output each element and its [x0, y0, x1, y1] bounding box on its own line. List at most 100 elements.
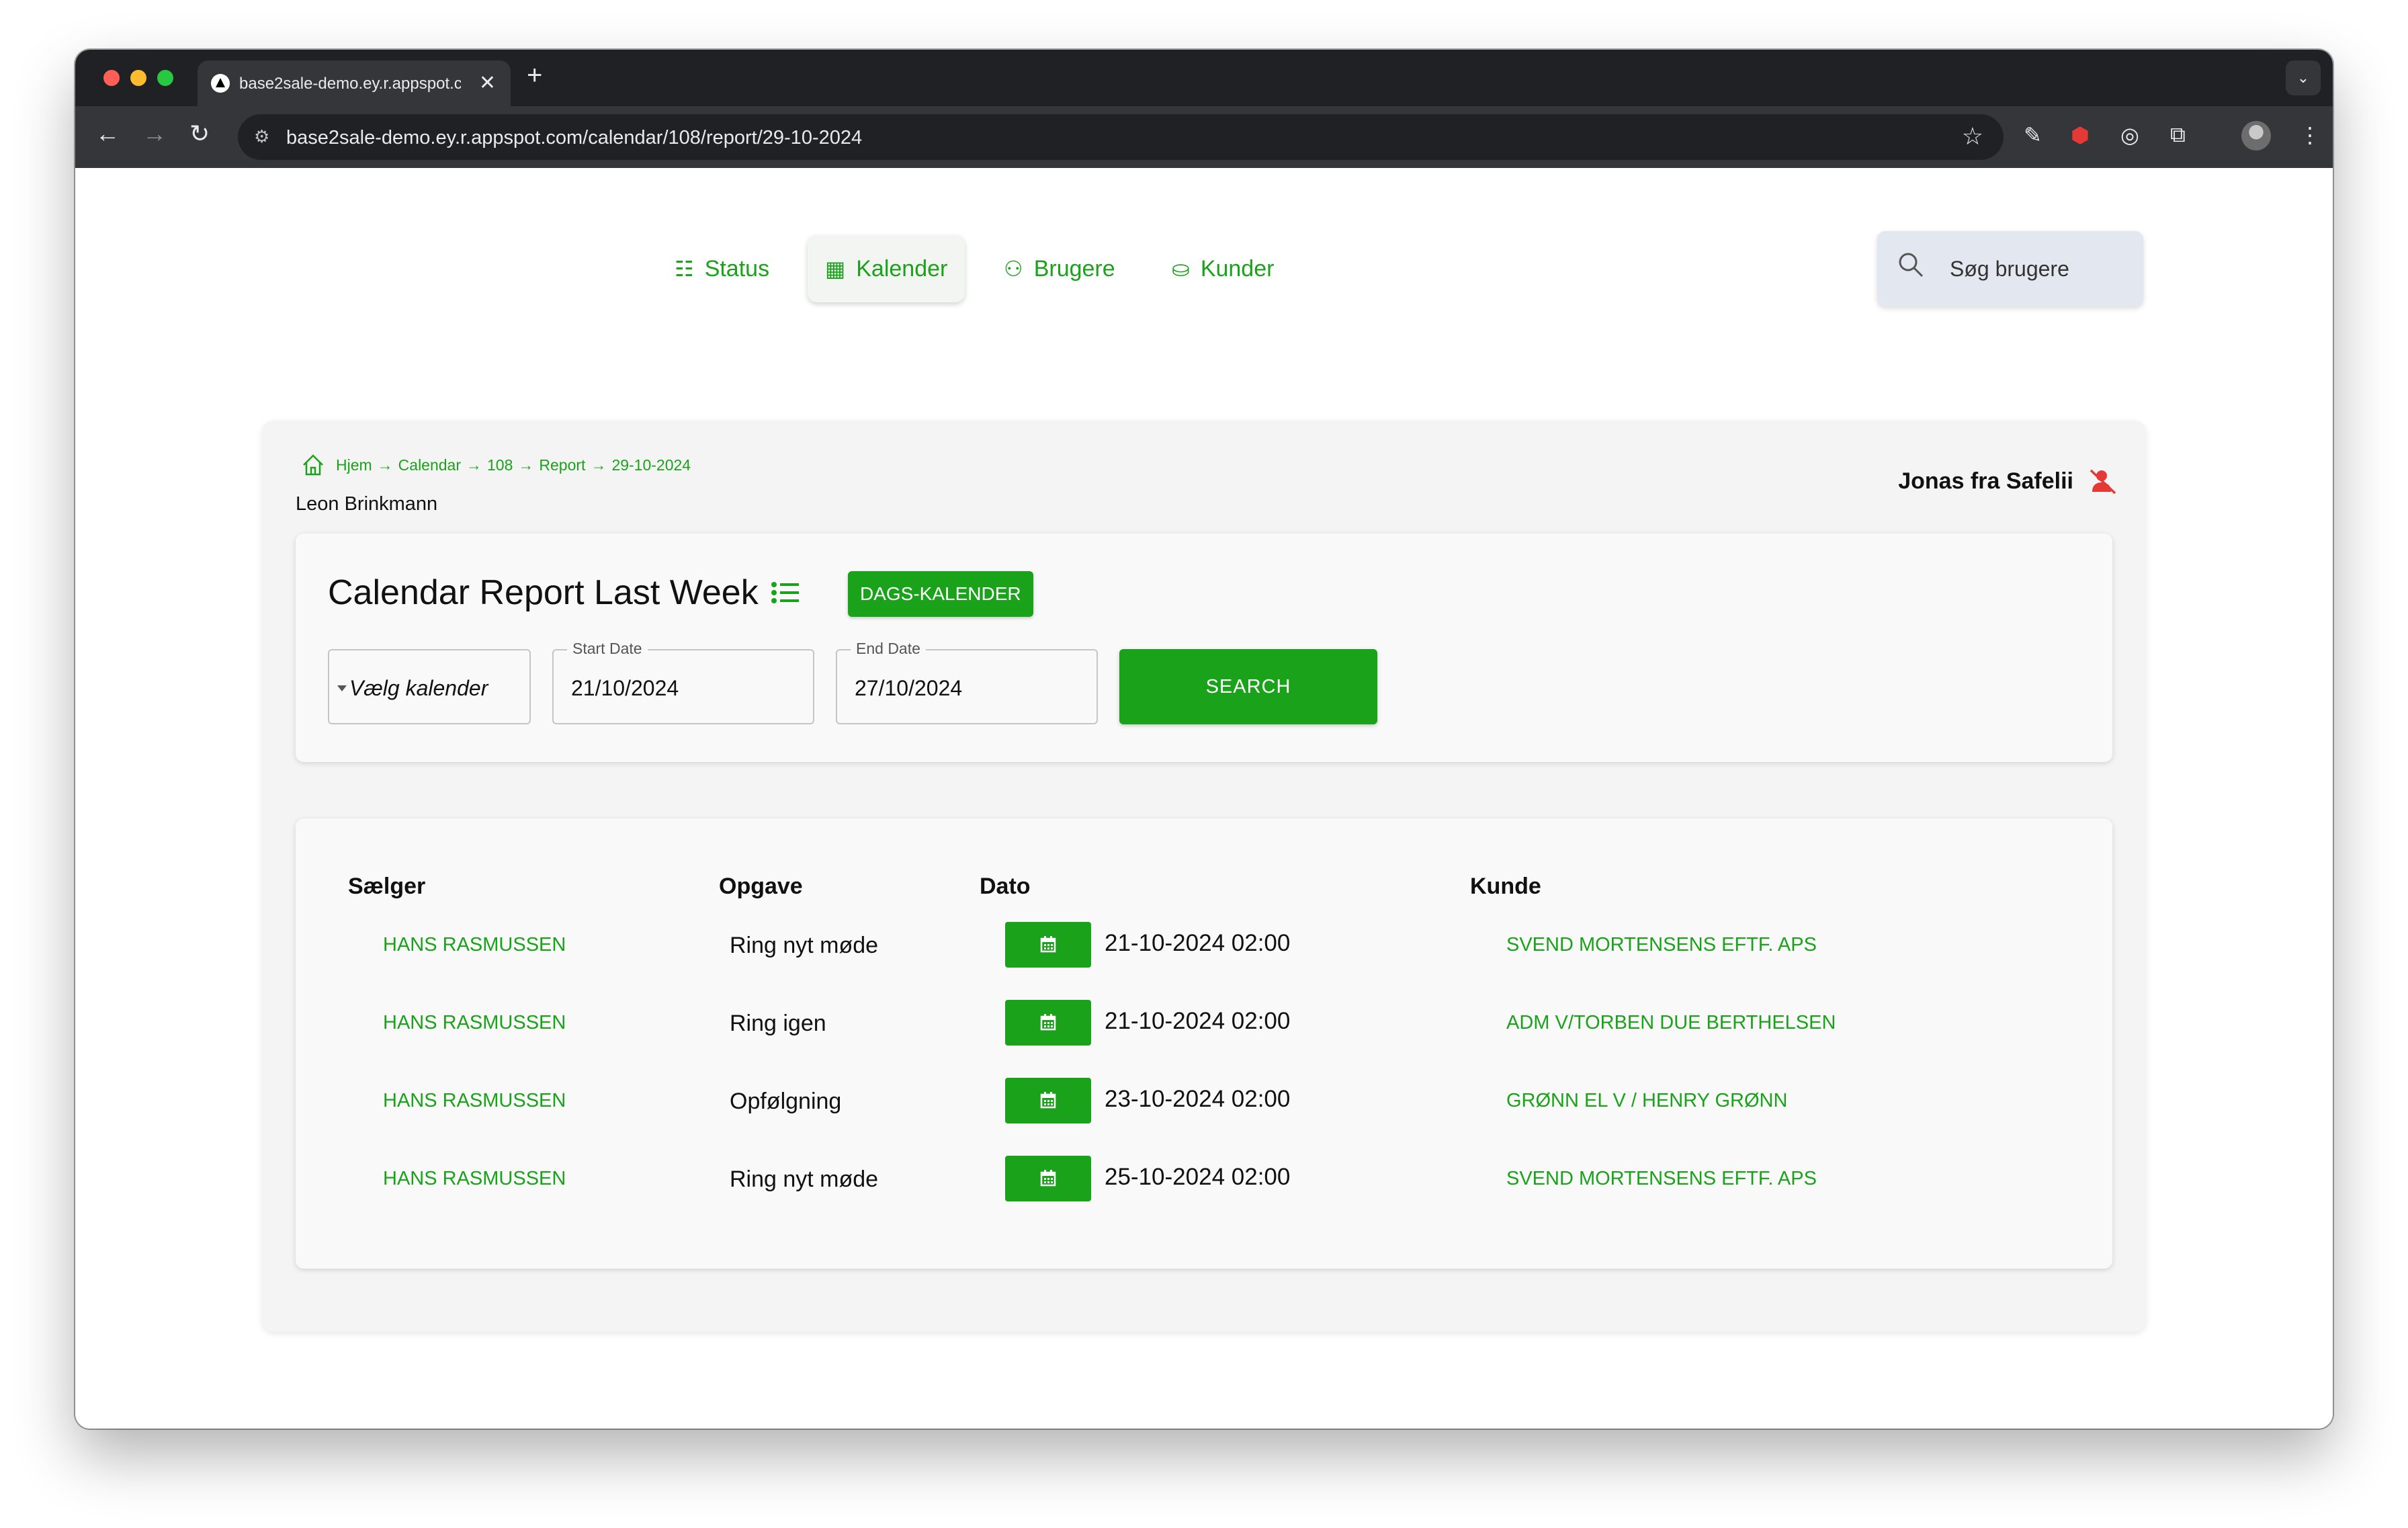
open-calendar-button[interactable]	[1005, 922, 1091, 968]
eyedropper-extension-icon[interactable]: ✎	[2024, 122, 2042, 148]
search-button[interactable]: SEARCH	[1119, 649, 1377, 724]
profile-avatar-icon[interactable]	[2241, 121, 2271, 151]
start-date-value: 21/10/2024	[571, 676, 679, 700]
calendar-select-value: Vælg kalender	[349, 676, 488, 700]
breadcrumb-report[interactable]: Report	[539, 456, 585, 474]
address-bar[interactable]: ⚙ base2sale-demo.ey.r.appspot.com/calend…	[238, 114, 2004, 160]
report-filter-card: Calendar Report Last Week DAGS-KALENDER …	[296, 534, 2112, 762]
breadcrumb: Hjem → Calendar → 108 → Report → 29-10-2…	[300, 452, 691, 478]
browser-toolbar: ← → ↻ ⚙ base2sale-demo.ey.r.appspot.com/…	[75, 106, 2333, 168]
customer-link[interactable]: SVEND MORTENSENS EFTF. APS	[1506, 934, 1817, 956]
calendar-icon	[1040, 1092, 1056, 1109]
calendar-icon	[1040, 936, 1056, 953]
list-check-icon: ☷	[675, 257, 694, 281]
adblock-extension-icon[interactable]: ⬢	[2071, 122, 2090, 148]
report-table: Sælger Opgave Dato Kunde HANS RASMUSSEN …	[296, 818, 2112, 1269]
breadcrumb-date[interactable]: 29-10-2024	[611, 456, 691, 474]
breadcrumb-calendar-id[interactable]: 108	[487, 456, 513, 474]
customer-link[interactable]: SVEND MORTENSENS EFTF. APS	[1506, 1168, 1817, 1190]
browser-tab[interactable]: base2sale-demo.ey.r.appspot.com ✕	[198, 60, 511, 106]
nav-brugere[interactable]: ⚇ Brugere	[986, 235, 1133, 302]
seller-link[interactable]: HANS RASMUSSEN	[383, 934, 566, 956]
search-placeholder: Søg brugere	[1950, 257, 2069, 281]
task-text: Ring nyt møde	[730, 1166, 879, 1192]
task-text: Opfølgning	[730, 1089, 842, 1114]
tab-close-icon[interactable]: ✕	[479, 71, 496, 95]
table-row: HANS RASMUSSEN Ring igen 21-10-2024 02:0…	[296, 985, 2112, 1063]
minimize-window-button[interactable]	[130, 70, 146, 86]
site-settings-icon[interactable]: ⚙	[254, 126, 269, 147]
user-search-input[interactable]: Søg brugere	[1877, 231, 2143, 306]
calendar-icon	[1040, 1014, 1056, 1031]
puzzle-extensions-icon[interactable]: ⧉	[2170, 122, 2186, 148]
customer-link[interactable]: GRØNN EL V / HENRY GRØNN	[1506, 1090, 1787, 1112]
home-icon[interactable]	[300, 452, 327, 478]
tab-bar: base2sale-demo.ey.r.appspot.com ✕ + ⌄	[75, 50, 2333, 106]
list-icon[interactable]	[769, 577, 802, 609]
nav-status[interactable]: ☷ Status	[657, 235, 787, 302]
end-date-label: End Date	[851, 640, 926, 658]
back-button[interactable]: ←	[95, 120, 120, 148]
site-favicon-icon	[211, 74, 230, 93]
header-date: Dato	[980, 874, 1031, 899]
close-window-button[interactable]	[103, 70, 120, 86]
seller-link[interactable]: HANS RASMUSSEN	[383, 1090, 566, 1112]
table-row: HANS RASMUSSEN Ring nyt møde 21-10-2024 …	[296, 907, 2112, 985]
open-calendar-button[interactable]	[1005, 1000, 1091, 1046]
calendar-select[interactable]: Vælg kalender	[328, 649, 531, 724]
tab-search-button[interactable]: ⌄	[2286, 60, 2321, 95]
current-user-name: Jonas fra Safelii	[1898, 468, 2073, 494]
forward-button[interactable]: →	[142, 120, 167, 148]
table-row: HANS RASMUSSEN Ring nyt møde 25-10-2024 …	[296, 1141, 2112, 1219]
arrow-left-icon: ←	[95, 120, 120, 147]
arrow-right-icon: →	[142, 120, 167, 147]
open-calendar-button[interactable]	[1005, 1078, 1091, 1123]
header-task: Opgave	[719, 874, 803, 899]
basket-icon: ⛀	[1172, 257, 1190, 281]
day-calendar-button[interactable]: DAGS-KALENDER	[848, 571, 1033, 617]
reload-icon: ↻	[189, 120, 210, 147]
maximize-window-button[interactable]	[157, 70, 173, 86]
nav-kalender-label: Kalender	[856, 255, 948, 282]
glasses-extension-icon[interactable]: ◎	[2120, 122, 2139, 148]
bookmark-star-icon[interactable]: ☆	[1962, 122, 1983, 151]
date-text: 23-10-2024 02:00	[1105, 1086, 1291, 1112]
date-text: 21-10-2024 02:00	[1105, 1008, 1291, 1034]
page-title-text: Calendar Report Last Week	[328, 573, 759, 612]
user-slash-icon[interactable]	[2088, 466, 2118, 496]
table-row: HANS RASMUSSEN Opfølgning 23-10-2024 02:…	[296, 1063, 2112, 1141]
breadcrumb-separator: →	[591, 456, 607, 474]
start-date-label: Start Date	[567, 640, 648, 658]
date-text: 25-10-2024 02:00	[1105, 1164, 1291, 1190]
users-icon: ⚇	[1004, 257, 1023, 281]
new-tab-button[interactable]: +	[527, 60, 542, 91]
end-date-field[interactable]: End Date 27/10/2024	[836, 640, 1098, 724]
seller-link[interactable]: HANS RASMUSSEN	[383, 1168, 566, 1190]
menu-dots-icon[interactable]: ⋮	[2299, 122, 2321, 148]
calendar-icon: ▦	[825, 257, 846, 281]
breadcrumb-calendar[interactable]: Calendar	[398, 456, 461, 474]
nav-kunder[interactable]: ⛀ Kunder	[1154, 235, 1291, 302]
dropdown-caret-icon	[337, 685, 347, 691]
breadcrumb-hjem[interactable]: Hjem	[336, 456, 372, 474]
customer-link[interactable]: ADM V/TORBEN DUE BERTHELSEN	[1506, 1012, 1836, 1034]
browser-window: base2sale-demo.ey.r.appspot.com ✕ + ⌄ ← …	[75, 50, 2333, 1429]
breadcrumb-separator: →	[377, 456, 393, 474]
url-text[interactable]: base2sale-demo.ey.r.appspot.com/calendar…	[286, 127, 862, 149]
task-text: Ring igen	[730, 1011, 826, 1036]
search-icon	[1899, 253, 1924, 278]
selected-user-name: Leon Brinkmann	[296, 493, 438, 515]
end-date-value: 27/10/2024	[855, 676, 963, 700]
header-customer: Kunde	[1470, 874, 1541, 899]
start-date-field[interactable]: Start Date 21/10/2024	[552, 640, 814, 724]
open-calendar-button[interactable]	[1005, 1156, 1091, 1201]
nav-status-label: Status	[704, 255, 770, 282]
seller-link[interactable]: HANS RASMUSSEN	[383, 1012, 566, 1034]
page-content: ☷ Status ▦ Kalender ⚇ Brugere ⛀ Kunder S…	[75, 168, 2333, 1429]
nav-kalender[interactable]: ▦ Kalender	[808, 235, 965, 302]
report-container: Hjem → Calendar → 108 → Report → 29-10-2…	[262, 421, 2146, 1332]
current-user: Jonas fra Safelii	[1898, 466, 2118, 496]
reload-button[interactable]: ↻	[189, 120, 210, 148]
page-title: Calendar Report Last Week	[328, 572, 802, 613]
date-text: 21-10-2024 02:00	[1105, 930, 1291, 956]
